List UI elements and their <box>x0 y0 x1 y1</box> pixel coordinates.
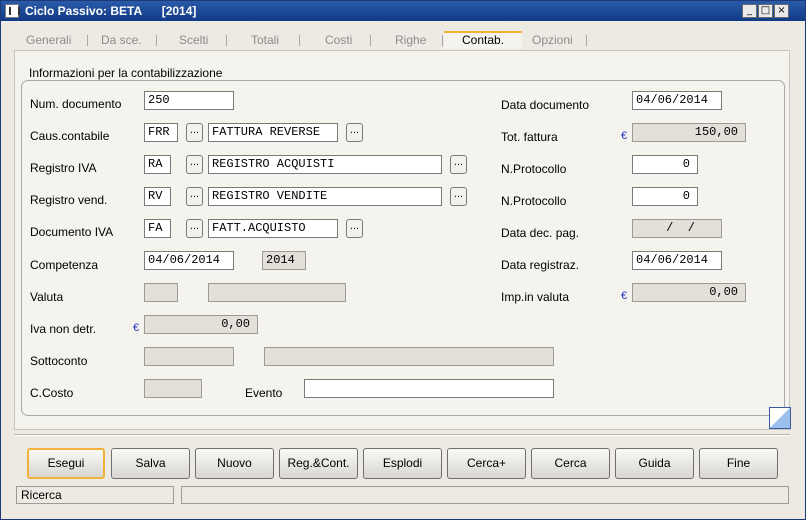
euro-icon: € <box>621 130 628 142</box>
registro-vend-label: Registro vend. <box>30 193 108 207</box>
close-button[interactable]: × <box>774 4 789 18</box>
valuta-desc-field <box>208 283 346 302</box>
iva-non-detr-field: 0,00 <box>144 315 258 334</box>
data-dec-pag-field: / / <box>632 219 722 238</box>
imp-in-valuta-label: Imp.in valuta <box>501 290 570 304</box>
n-protocollo-field[interactable]: 0 <box>632 155 698 174</box>
tab-separator <box>586 35 587 46</box>
euro-icon: € <box>621 290 628 302</box>
caus-contabile-desc-lookup-button[interactable]: ... <box>346 123 363 142</box>
status-bar-right <box>181 486 789 504</box>
registro-vend-desc-field[interactable]: REGISTRO VENDITE <box>208 187 442 206</box>
tab-separator <box>442 35 443 46</box>
evento-label: Evento <box>245 386 283 400</box>
tab-separator <box>156 35 157 46</box>
tab-opzioni[interactable]: Opzioni <box>532 33 573 49</box>
documento-iva-lookup-button[interactable]: ... <box>186 219 203 238</box>
group-title: Informazioni per la contabilizzazione <box>29 66 223 80</box>
reg-cont-button[interactable]: Reg.&Cont. <box>279 448 358 479</box>
tab-costi[interactable]: Costi <box>325 33 352 49</box>
competenza-year-field: 2014 <box>262 251 306 270</box>
caus-contabile-label: Caus.contabile <box>30 129 110 143</box>
registro-vend-code-field[interactable]: RV <box>144 187 171 206</box>
documento-iva-desc-lookup-button[interactable]: ... <box>346 219 363 238</box>
status-bar-left: Ricerca <box>16 486 174 504</box>
n-protocollo-label: N.Protocollo <box>501 162 567 176</box>
documento-iva-label: Documento IVA <box>30 225 114 239</box>
euro-icon: € <box>133 322 140 334</box>
n-protocollo-vend-field[interactable]: 0 <box>632 187 698 206</box>
sottoconto-desc-field <box>264 347 554 366</box>
data-registraz-label: Data registraz. <box>501 258 580 272</box>
tab-generali[interactable]: Generali <box>26 33 71 49</box>
salva-button[interactable]: Salva <box>111 448 190 479</box>
tab-righe[interactable]: Righe <box>395 33 426 49</box>
registro-vend-desc-lookup-button[interactable]: ... <box>450 187 467 206</box>
app-icon <box>5 4 20 18</box>
num-documento-label: Num. documento <box>30 97 122 111</box>
caus-contabile-lookup-button[interactable]: ... <box>186 123 203 142</box>
valuta-code-field <box>144 283 178 302</box>
tab-totali[interactable]: Totali <box>251 33 279 49</box>
tab-scelti[interactable]: Scelti <box>179 33 208 49</box>
imp-in-valuta-field: 0,00 <box>632 283 746 302</box>
data-documento-field[interactable]: 04/06/2014 <box>632 91 722 110</box>
documento-iva-desc-field[interactable]: FATT.ACQUISTO <box>208 219 338 238</box>
competenza-date-field[interactable]: 04/06/2014 <box>144 251 234 270</box>
cerca-button[interactable]: Cerca <box>531 448 610 479</box>
caus-contabile-desc-field[interactable]: FATTURA REVERSE <box>208 123 338 142</box>
esplodi-button[interactable]: Esplodi <box>363 448 442 479</box>
tab-separator <box>87 35 88 46</box>
window-title: Ciclo Passivo: BETA [2014] <box>25 4 197 18</box>
page-corner-icon[interactable] <box>769 407 791 429</box>
competenza-label: Competenza <box>30 258 99 272</box>
documento-iva-code-field[interactable]: FA <box>144 219 171 238</box>
title-bar: Ciclo Passivo: BETA [2014] _ □ × <box>1 1 805 21</box>
registro-iva-lookup-button[interactable]: ... <box>186 155 203 174</box>
iva-non-detr-label: Iva non detr. <box>30 322 97 336</box>
guida-button[interactable]: Guida <box>615 448 694 479</box>
tab-separator <box>299 35 300 46</box>
data-registraz-field[interactable]: 04/06/2014 <box>632 251 722 270</box>
tab-bar: Generali Da sce. Scelti Totali Costi Rig… <box>14 31 790 49</box>
registro-vend-lookup-button[interactable]: ... <box>186 187 203 206</box>
n-protocollo-vend-label: N.Protocollo <box>501 194 567 208</box>
data-dec-pag-label: Data dec. pag. <box>501 226 580 240</box>
tab-contab[interactable]: Contab. <box>444 31 523 49</box>
button-bar-divider <box>14 434 790 436</box>
data-documento-label: Data documento <box>501 98 590 112</box>
num-documento-field[interactable]: 250 <box>144 91 234 110</box>
c-costo-field <box>144 379 202 398</box>
caus-contabile-code-field[interactable]: FRR <box>144 123 178 142</box>
tab-da-sce[interactable]: Da sce. <box>101 33 142 49</box>
esegui-button[interactable]: Esegui <box>27 448 105 479</box>
maximize-button[interactable]: □ <box>758 4 773 18</box>
registro-iva-code-field[interactable]: RA <box>144 155 171 174</box>
evento-field[interactable] <box>304 379 554 398</box>
tab-separator <box>370 35 371 46</box>
minimize-button[interactable]: _ <box>742 4 757 18</box>
nuovo-button[interactable]: Nuovo <box>195 448 274 479</box>
tot-fattura-field: 150,00 <box>632 123 746 142</box>
registro-iva-label: Registro IVA <box>30 161 97 175</box>
registro-iva-desc-field[interactable]: REGISTRO ACQUISTI <box>208 155 442 174</box>
registro-iva-desc-lookup-button[interactable]: ... <box>450 155 467 174</box>
fine-button[interactable]: Fine <box>699 448 778 479</box>
c-costo-label: C.Costo <box>30 386 74 400</box>
tot-fattura-label: Tot. fattura <box>501 130 558 144</box>
cerca-plus-button[interactable]: Cerca+ <box>447 448 526 479</box>
sottoconto-label: Sottoconto <box>30 354 88 368</box>
tab-separator <box>226 35 227 46</box>
sottoconto-code-field <box>144 347 234 366</box>
valuta-label: Valuta <box>30 290 64 304</box>
